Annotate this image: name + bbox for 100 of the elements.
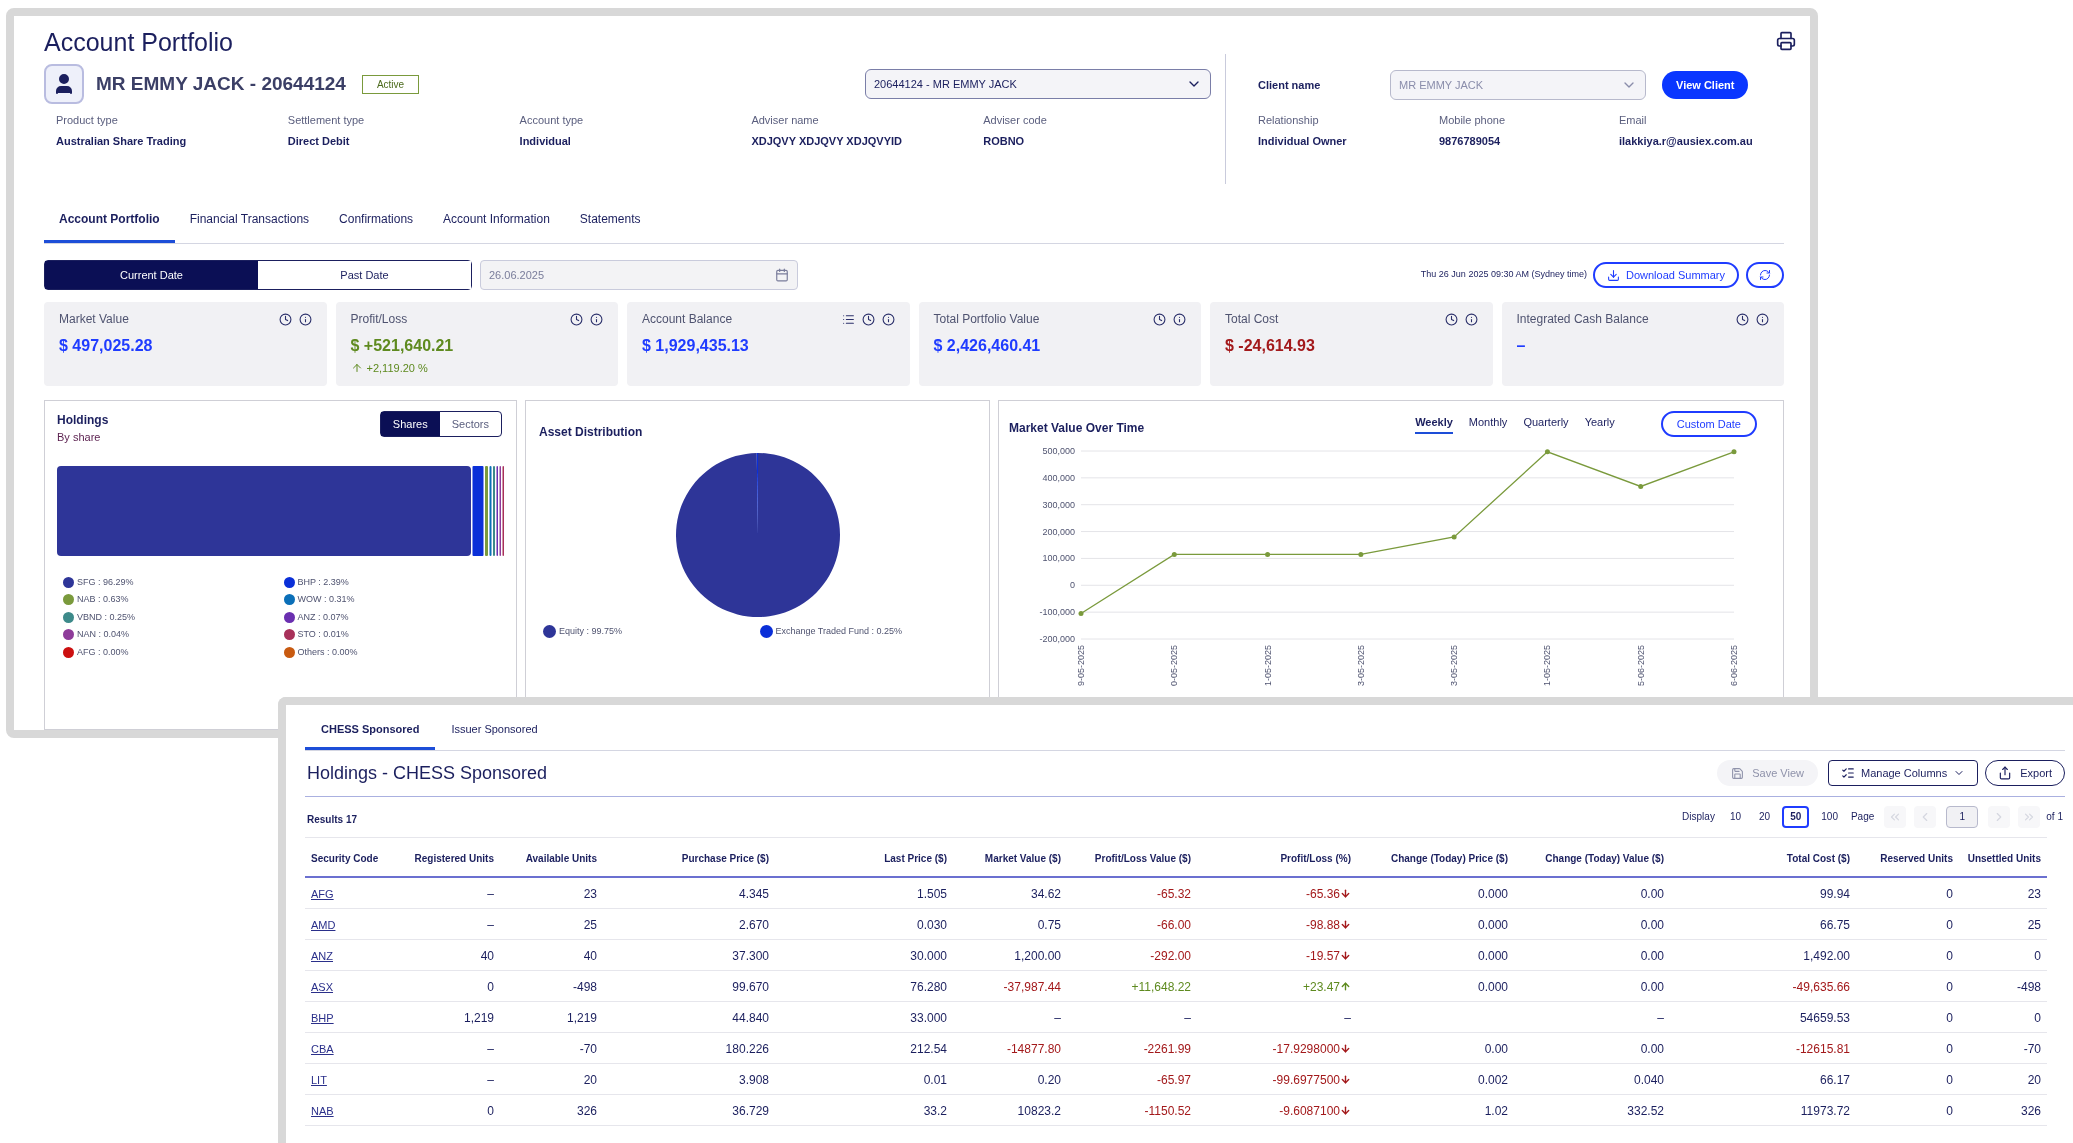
x-tick-label: 1-05-2025 [1262, 645, 1273, 687]
table-cell: -65.36 [1305, 884, 1351, 903]
x-tick-label: 3-05-2025 [1449, 645, 1460, 687]
page-size-option[interactable]: 10 [1723, 805, 1747, 828]
security-link[interactable]: AMD [311, 918, 336, 931]
card-value: $ +521,640.21 [350, 336, 455, 356]
column-header: Change (Today) Value ($) [1545, 851, 1664, 865]
results-count: Results 17 [307, 813, 358, 827]
table-cell-text: -70 [579, 1040, 597, 1058]
info-icon[interactable] [881, 312, 895, 326]
security-link[interactable]: NAB [311, 1104, 334, 1117]
detail-value: ilakkiya.r@ausiex.com.au [1619, 133, 1754, 149]
detail-label: Email [1619, 113, 1648, 128]
info-icon[interactable] [1464, 312, 1478, 326]
view-toggle[interactable]: Sectors [439, 412, 501, 436]
x-tick-label: 0-05-2025 [1169, 645, 1180, 687]
clock-icon[interactable] [278, 312, 292, 326]
account-dropdown[interactable]: 20644124 - MR EMMY JACK [865, 69, 1211, 99]
security-link[interactable]: CBA [311, 1042, 334, 1055]
column-header: Market Value ($) [984, 851, 1061, 865]
panel-title: Market Value Over Time [1009, 420, 1145, 437]
security-link[interactable]: BHP [311, 1011, 334, 1024]
tab[interactable]: Account Information [428, 204, 565, 243]
legend-label: WOW : 0.31% [297, 593, 355, 606]
table-cell-text: – [487, 916, 494, 934]
table-cell-text: 25 [2027, 916, 2041, 934]
table-cell-text: 0.00 [1640, 916, 1664, 934]
tab[interactable]: Confirmations [324, 204, 429, 243]
detail-value: Australian Share Trading [56, 133, 188, 149]
page-title: Account Portfolio [44, 27, 234, 58]
page-number-field[interactable]: 1 [1946, 805, 1979, 828]
period-tab[interactable]: Quarterly [1523, 414, 1569, 434]
list-icon[interactable] [841, 312, 855, 326]
table-cell-text: 0.000 [1477, 885, 1508, 903]
clock-icon[interactable] [861, 312, 875, 326]
security-link[interactable]: AFG [311, 887, 334, 900]
table-cell-text: -14877.80 [1006, 1040, 1061, 1058]
avatar-icon [44, 64, 84, 104]
period-tab[interactable]: Yearly [1584, 414, 1615, 434]
table-cell-text: -498 [572, 978, 597, 996]
detail-value: Individual [519, 133, 572, 149]
clock-icon[interactable] [1736, 312, 1749, 326]
table-cell-text: 4.345 [738, 885, 769, 903]
page-size-option[interactable]: 100 [1815, 805, 1844, 828]
table-cell-text: -65.97 [1156, 1071, 1191, 1089]
page-size-option[interactable]: 50 [1782, 805, 1810, 828]
x-tick-label: 3-05-2025 [1355, 645, 1366, 687]
info-icon[interactable] [1756, 312, 1769, 326]
refresh-button[interactable] [1746, 262, 1784, 288]
tab[interactable]: CHESS Sponsored [305, 719, 436, 750]
table-cell: -19.57 [1305, 946, 1351, 965]
y-tick-label: 500,000 [1042, 446, 1075, 456]
page-size-option[interactable]: 20 [1753, 805, 1777, 828]
legend-label: BHP : 2.39% [297, 575, 349, 589]
info-icon[interactable] [590, 312, 603, 326]
print-icon[interactable] [1776, 31, 1796, 51]
table-cell-text: -37,987.44 [1003, 978, 1061, 996]
clock-icon[interactable] [570, 312, 583, 326]
tab[interactable]: Issuer Sponsored [435, 719, 554, 750]
period-tab[interactable]: Monthly [1468, 414, 1508, 434]
view-toggle[interactable]: Shares [380, 412, 440, 436]
table-cell: +23.47 [1302, 977, 1351, 996]
column-header: Profit/Loss (%) [1280, 851, 1351, 865]
info-icon[interactable] [298, 312, 312, 326]
table-cell-text: 0.01 [923, 1071, 947, 1089]
table-cell-text: -498 [2016, 978, 2041, 996]
manage-columns-button[interactable]: Manage Columns [1828, 760, 1979, 786]
download-summary-button[interactable]: Download Summary [1592, 262, 1739, 288]
security-link[interactable]: ASX [311, 980, 333, 993]
view-client-button[interactable]: View Client [1662, 71, 1749, 99]
detail-value: ROBNO [983, 133, 1026, 149]
y-tick-label: -200,000 [1039, 634, 1075, 644]
date-mode-toggle[interactable]: Current Date [45, 261, 258, 289]
table-cell-text: 0 [1946, 978, 1953, 996]
period-tab[interactable]: Weekly [1415, 414, 1453, 434]
table-cell-text: -292.00 [1150, 947, 1191, 965]
table-cell-text: 0 [487, 978, 494, 996]
security-link[interactable]: ANZ [311, 949, 333, 962]
table-cell-text: 0.040 [1633, 1071, 1664, 1089]
table-cell-text: 40 [583, 947, 597, 965]
tab[interactable]: Statements [564, 204, 656, 243]
table-cell-text: 0.030 [916, 916, 947, 934]
card-value: $ 497,025.28 [59, 336, 154, 356]
table-cell-text: -49,635.66 [1792, 978, 1850, 996]
detail-label: Adviser name [751, 113, 820, 128]
detail-value: Direct Debit [287, 133, 351, 149]
tab[interactable]: Financial Transactions [174, 204, 325, 243]
table-cell: -99.6977500 [1272, 1070, 1351, 1089]
legend-label: AFG : 0.00% [77, 645, 129, 659]
legend-label: NAB : 0.63% [77, 593, 129, 606]
security-link[interactable]: LIT [311, 1073, 327, 1086]
clock-icon[interactable] [1153, 312, 1166, 326]
custom-date-button[interactable]: Custom Date [1660, 411, 1757, 437]
table-cell-text: 20 [2027, 1071, 2041, 1089]
clock-icon[interactable] [1444, 312, 1458, 326]
legend-label: Exchange Traded Fund : 0.25% [775, 625, 903, 638]
info-icon[interactable] [1173, 312, 1186, 326]
tab[interactable]: Account Portfolio [44, 204, 175, 243]
table-cell-text: – [1657, 1009, 1664, 1027]
table-cell-text: -2261.99 [1143, 1040, 1191, 1058]
